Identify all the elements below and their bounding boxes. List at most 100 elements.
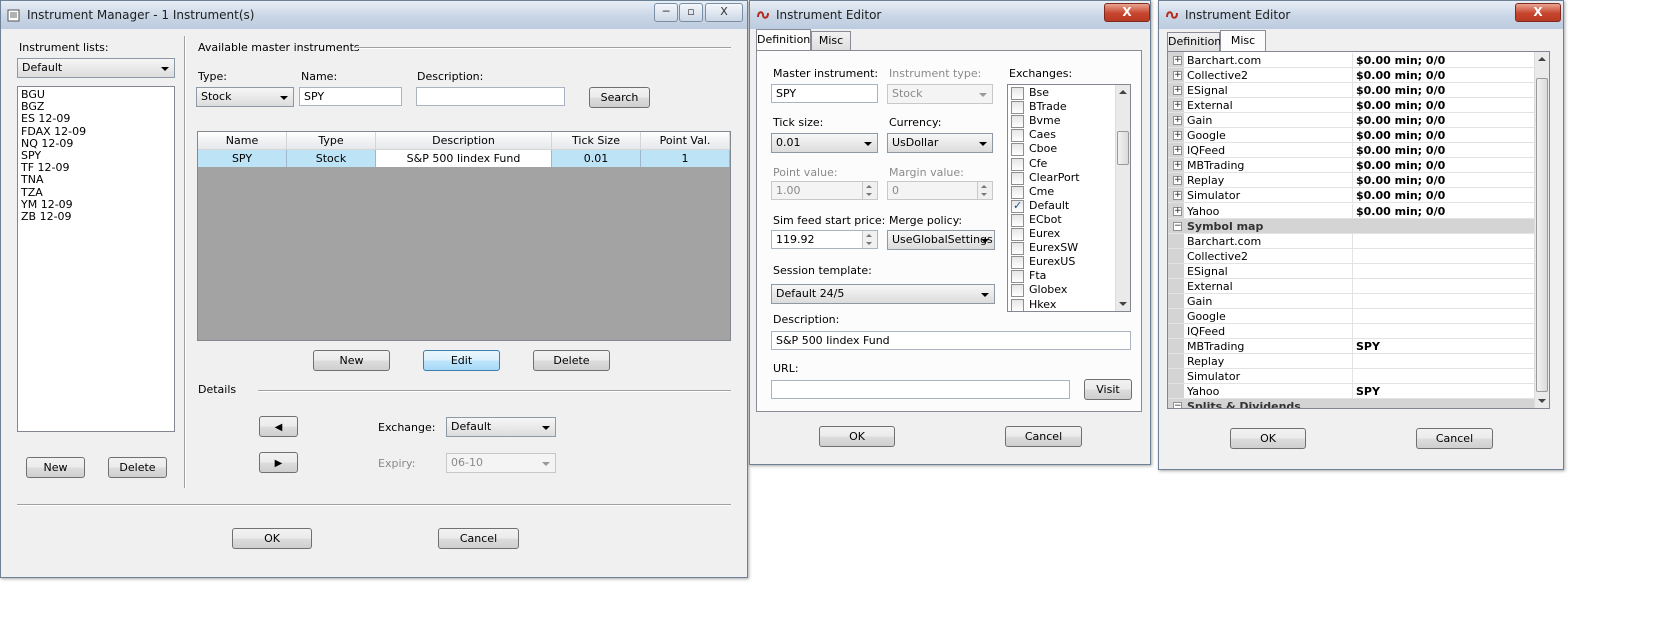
- tab-definition[interactable]: Definition: [756, 29, 811, 50]
- spin-up-icon[interactable]: [981, 185, 987, 188]
- property-value[interactable]: $0.00 min; 0/0: [1356, 114, 1445, 127]
- currency-dropdown[interactable]: UsDollar: [887, 133, 993, 153]
- cancel-button[interactable]: Cancel: [1416, 428, 1493, 449]
- instrument-editor-titlebar[interactable]: Instrument Editor X: [1159, 1, 1563, 29]
- session-template-dropdown[interactable]: Default 24/5: [771, 284, 995, 304]
- exchange-item[interactable]: Fta: [1008, 269, 1116, 284]
- property-row[interactable]: ESignal: [1168, 263, 1535, 279]
- ok-button[interactable]: OK: [819, 426, 895, 447]
- exchange-item[interactable]: Cboe: [1008, 142, 1116, 157]
- property-row[interactable]: + Yahoo $0.00 min; 0/0: [1168, 203, 1535, 219]
- minimize-button[interactable]: ─: [654, 3, 678, 22]
- exchange-item[interactable]: EurexUS: [1008, 255, 1116, 270]
- exchange-item[interactable]: Bvme: [1008, 114, 1116, 129]
- point-value-input[interactable]: 1.00: [771, 181, 878, 200]
- url-input[interactable]: [771, 380, 1070, 399]
- exchange-checkbox[interactable]: [1011, 157, 1024, 171]
- exchange-item[interactable]: EurexSW: [1008, 241, 1116, 256]
- expand-icon[interactable]: +: [1173, 56, 1182, 65]
- property-row[interactable]: + Google $0.00 min; 0/0: [1168, 128, 1535, 144]
- exchange-checkbox[interactable]: [1011, 115, 1024, 129]
- instrument-manager-titlebar[interactable]: Instrument Manager - 1 Instrument(s) ─ ▫…: [1, 1, 747, 29]
- property-row[interactable]: + Collective2 $0.00 min; 0/0: [1168, 68, 1535, 84]
- scroll-up-icon[interactable]: [1119, 90, 1127, 94]
- instrument-list-dropdown[interactable]: Default: [17, 58, 175, 78]
- property-row[interactable]: Simulator: [1168, 369, 1535, 385]
- property-row[interactable]: + IQFeed $0.00 min; 0/0: [1168, 143, 1535, 159]
- property-row[interactable]: Replay: [1168, 354, 1535, 369]
- scroll-up-icon[interactable]: [1538, 57, 1546, 61]
- master-instruments-grid[interactable]: Name Type Description Tick Size Point Va…: [197, 131, 731, 341]
- description-input[interactable]: [416, 87, 565, 106]
- grid-cell-description[interactable]: S&P 500 Iindex Fund: [376, 150, 552, 167]
- sim-feed-spinner[interactable]: [862, 231, 877, 248]
- spin-up-icon[interactable]: [866, 185, 872, 188]
- edit-button[interactable]: Edit: [423, 350, 500, 371]
- misc-property-grid[interactable]: + Barchart.com $0.00 min; 0/0 + Collective2 $…: [1167, 51, 1550, 409]
- exchange-checkbox[interactable]: [1011, 185, 1024, 199]
- column-header-type[interactable]: Type: [287, 132, 376, 150]
- exchange-item[interactable]: Eurex: [1008, 227, 1116, 241]
- list-item[interactable]: NQ 12-09: [21, 137, 73, 150]
- tick-size-dropdown[interactable]: 0.01: [771, 133, 878, 153]
- exchange-checkbox[interactable]: [1011, 228, 1024, 241]
- column-header-name[interactable]: Name: [198, 132, 287, 150]
- property-value[interactable]: $0.00 min; 0/0: [1356, 189, 1445, 202]
- property-value[interactable]: $0.00 min; 0/0: [1356, 144, 1445, 157]
- type-dropdown[interactable]: Stock: [196, 87, 294, 107]
- property-row[interactable]: Collective2: [1168, 248, 1535, 264]
- spin-down-icon[interactable]: [866, 193, 872, 196]
- margin-value-input[interactable]: 0: [887, 181, 993, 200]
- expand-icon[interactable]: +: [1173, 116, 1182, 126]
- new-button[interactable]: New: [313, 350, 390, 371]
- property-value[interactable]: $0.00 min; 0/0: [1356, 54, 1445, 67]
- list-item[interactable]: ES 12-09: [21, 113, 70, 125]
- property-row[interactable]: + MBTrading $0.00 min; 0/0: [1168, 158, 1535, 174]
- exchange-item[interactable]: BTrade: [1008, 100, 1116, 115]
- expand-icon[interactable]: +: [1173, 146, 1182, 156]
- new-list-instrument-button[interactable]: New: [26, 457, 85, 478]
- property-row[interactable]: Gain: [1168, 293, 1535, 309]
- property-row[interactable]: + Simulator $0.00 min; 0/0: [1168, 188, 1535, 204]
- cancel-button[interactable]: Cancel: [438, 528, 519, 549]
- expand-icon[interactable]: +: [1173, 71, 1182, 81]
- property-value[interactable]: $0.00 min; 0/0: [1356, 159, 1445, 172]
- expand-icon[interactable]: +: [1173, 101, 1182, 111]
- exchange-item[interactable]: Caes: [1008, 128, 1116, 143]
- column-header-description[interactable]: Description: [376, 132, 552, 150]
- exchange-checkbox[interactable]: [1011, 87, 1024, 100]
- property-row[interactable]: Yahoo SPY: [1168, 384, 1535, 400]
- collapse-icon[interactable]: −: [1173, 221, 1182, 231]
- list-item[interactable]: TZA: [21, 186, 43, 199]
- exchange-checkbox[interactable]: [1011, 242, 1024, 256]
- exchange-checkbox[interactable]: [1011, 171, 1024, 185]
- margin-value-spinner[interactable]: [977, 182, 992, 199]
- exchange-checkbox[interactable]: ✓: [1011, 199, 1024, 213]
- delete-button[interactable]: Delete: [533, 350, 610, 371]
- property-row[interactable]: + Gain $0.00 min; 0/0: [1168, 113, 1535, 129]
- expand-icon[interactable]: +: [1173, 206, 1182, 216]
- property-value[interactable]: $0.00 min; 0/0: [1356, 69, 1445, 82]
- description-input[interactable]: S&P 500 Iindex Fund: [771, 331, 1131, 350]
- property-category[interactable]: − Symbol map: [1168, 218, 1535, 234]
- spin-up-icon[interactable]: [866, 234, 872, 237]
- property-row[interactable]: + Barchart.com $0.00 min; 0/0: [1168, 53, 1535, 68]
- tab-misc[interactable]: Misc: [1220, 30, 1266, 51]
- grid-cell-point-value[interactable]: 1: [641, 150, 730, 167]
- instrument-type-dropdown[interactable]: Stock: [887, 84, 993, 104]
- exchange-item[interactable]: ✓ Default: [1008, 199, 1116, 213]
- exchange-item[interactable]: ClearPort: [1008, 171, 1116, 185]
- exchange-checkbox[interactable]: [1011, 270, 1024, 284]
- exchange-checkbox[interactable]: [1011, 129, 1024, 143]
- list-item[interactable]: ZB 12-09: [21, 211, 72, 223]
- property-value[interactable]: $0.00 min; 0/0: [1356, 129, 1445, 142]
- expand-icon[interactable]: +: [1173, 131, 1182, 141]
- column-header-tick-size[interactable]: Tick Size: [552, 132, 641, 150]
- search-button[interactable]: Search: [589, 87, 650, 108]
- exchange-checkbox[interactable]: [1011, 256, 1024, 270]
- property-row[interactable]: + Replay $0.00 min; 0/0: [1168, 173, 1535, 189]
- property-row[interactable]: + ESignal $0.00 min; 0/0: [1168, 83, 1535, 99]
- list-item[interactable]: BGU: [21, 89, 45, 101]
- column-header-point-value[interactable]: Point Val.: [641, 132, 730, 150]
- grid-cell-tick-size[interactable]: 0.01: [552, 150, 641, 167]
